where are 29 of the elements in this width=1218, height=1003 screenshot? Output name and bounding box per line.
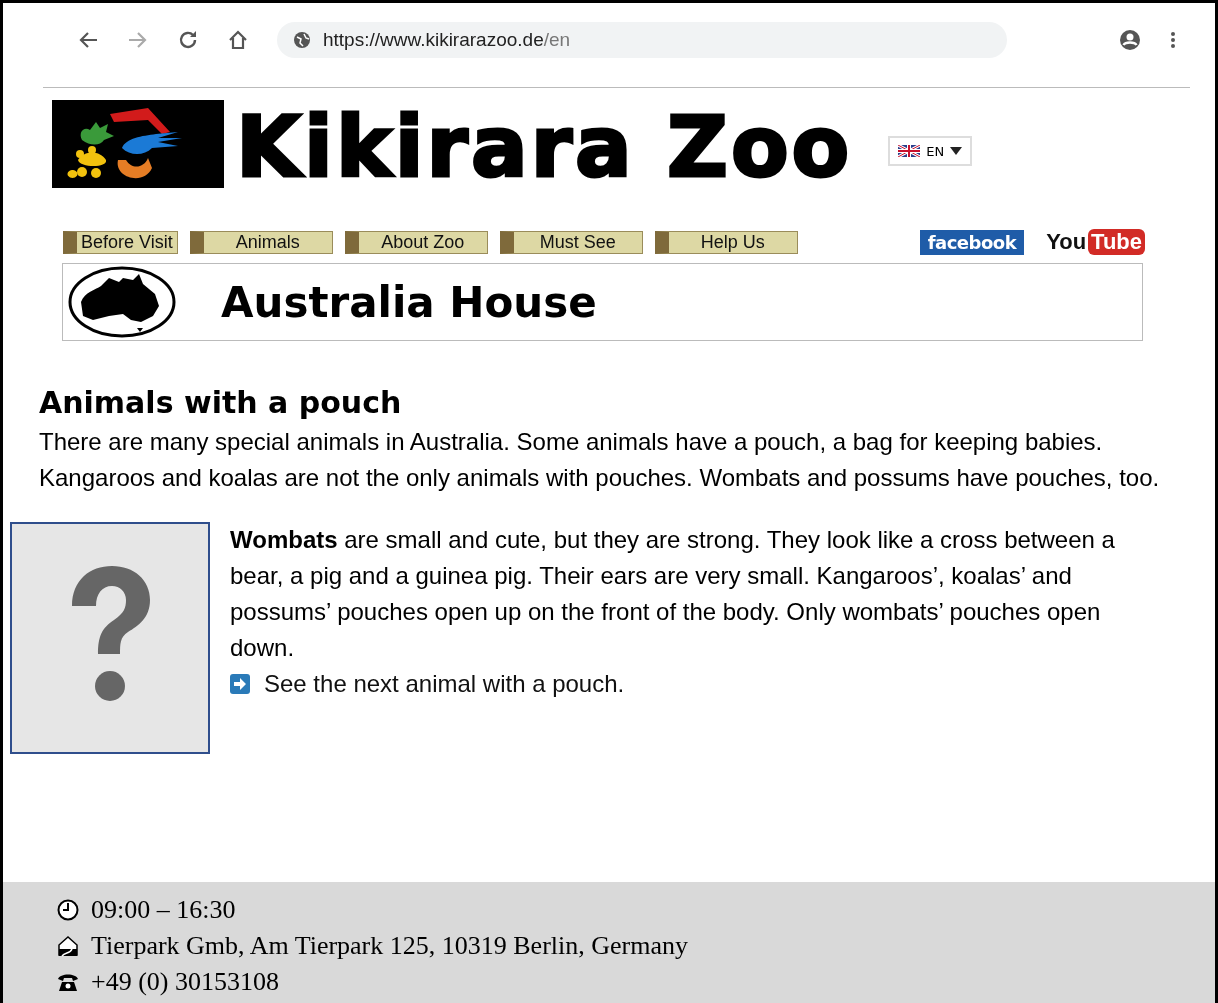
nav-button[interactable]: Animals: [189, 230, 333, 254]
footer-text: 09:00 – 16:30: [91, 895, 236, 925]
intro-paragraph: There are many special animals in Australia. Some animals have a pouch, a bag for keeping babies. Kangaroos and koalas are not the only animals with pouches. Wombats and possums have pouches, too.: [39, 427, 1161, 493]
section-heading: Animals with a pouch: [39, 385, 403, 420]
flag-icon: [898, 145, 921, 157]
logo-icon: [52, 100, 224, 188]
footer-text: Tierpark Gmb, Am Tierpark 125, 10319 Berlin, Germany: [91, 931, 688, 961]
caret-icon: [950, 147, 963, 155]
home-icon[interactable]: [227, 29, 249, 51]
nav-button[interactable]: Help Us: [654, 230, 798, 254]
house-icon: [57, 935, 79, 957]
reload-icon[interactable]: [177, 29, 199, 51]
clock-icon: [57, 899, 79, 921]
menu-icon[interactable]: [1169, 29, 1177, 51]
globe-icon: [293, 31, 311, 49]
facebook-button[interactable]: facebook: [919, 229, 1025, 255]
footer-text: +49 (0) 30153108: [91, 967, 279, 997]
nav-button[interactable]: Before Visit: [63, 230, 178, 254]
animal-paragraph: Wombats are small and cute, but they are strong. They look like a cross between a bear, a pig and a guinea pig. Their ears are very small. Kangaroos’, koalas’ and possums’ pouches open up on the front of the body. Only wombats’ pouches open down.: [230, 525, 1116, 663]
banner-title: Australia House: [221, 277, 597, 327]
language-select[interactable]: EN: [888, 136, 973, 166]
next-animal-link[interactable]: See the next animal with a pouch.: [264, 670, 625, 698]
site-title: Kikirara Zoo: [236, 105, 853, 189]
arrow-right-icon[interactable]: [230, 674, 250, 694]
account-icon[interactable]: [1119, 29, 1141, 51]
address-bar[interactable]: https://www.kikirarazoo.de/en: [277, 22, 1007, 58]
nav-button[interactable]: About Zoo: [344, 230, 488, 254]
australia-map-icon: [67, 266, 177, 338]
nav-button[interactable]: Must See: [499, 230, 643, 254]
